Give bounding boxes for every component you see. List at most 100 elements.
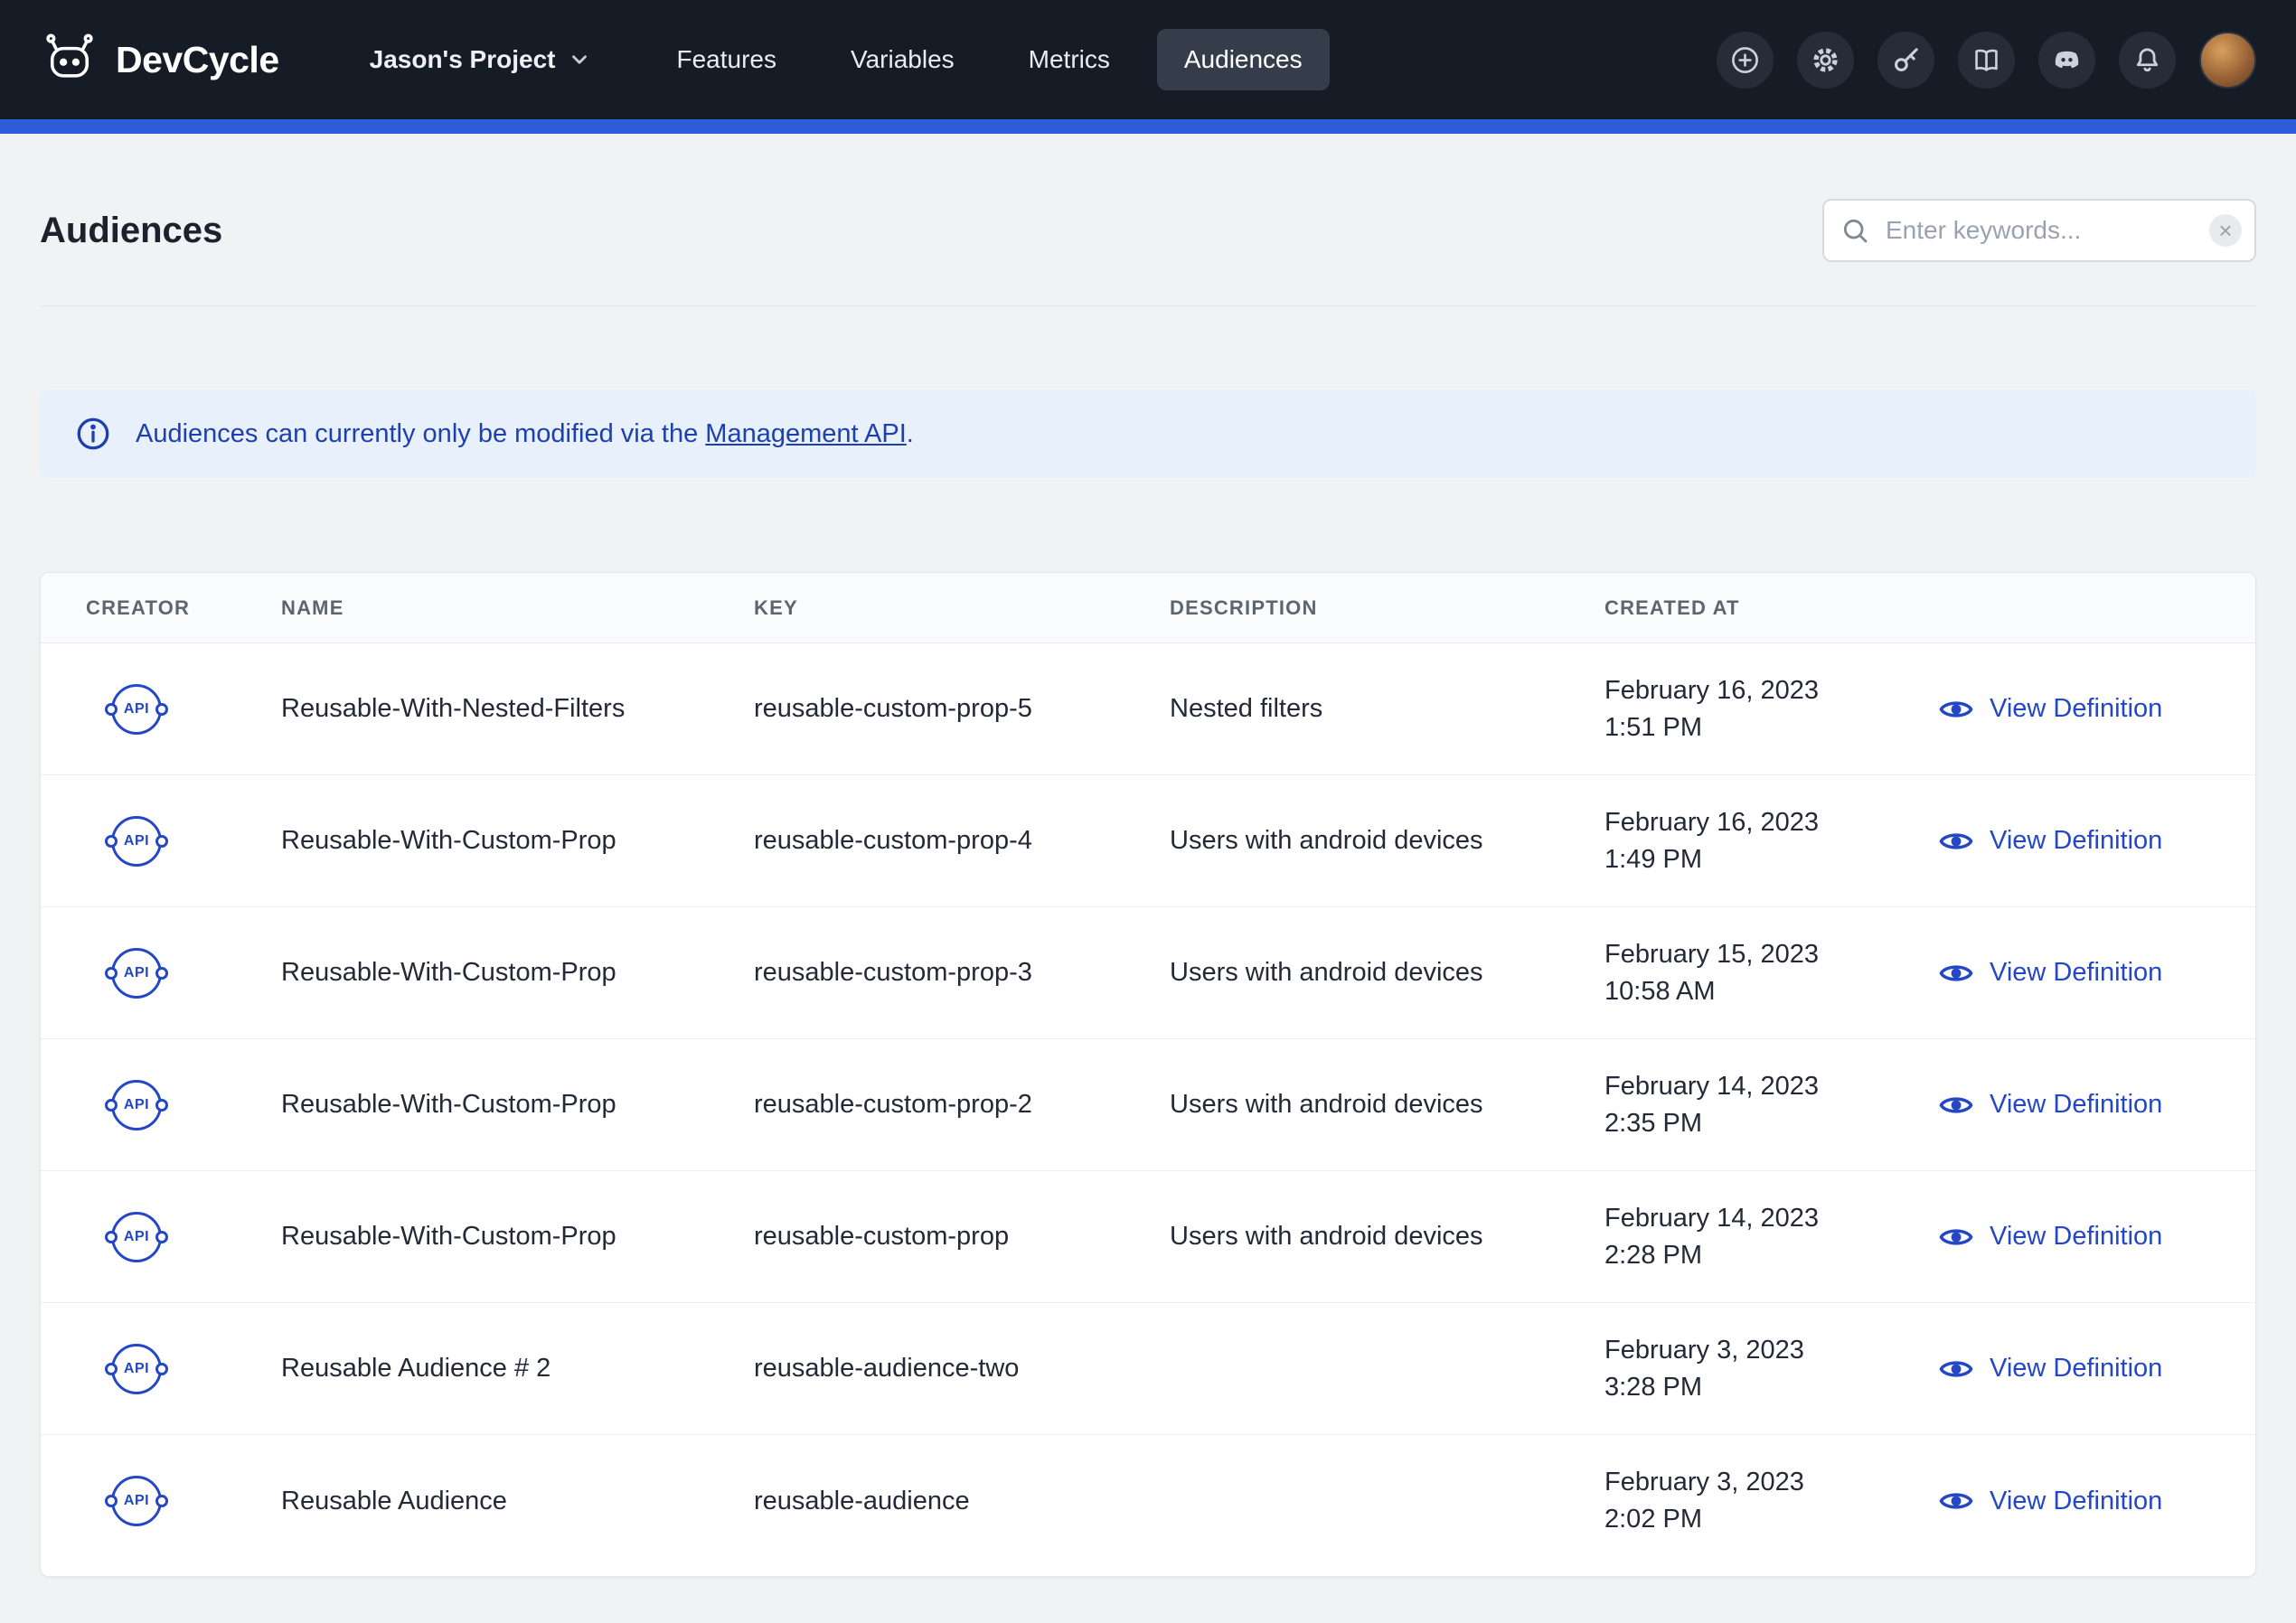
project-selector-dropdown[interactable]: Jason's Project <box>370 45 592 74</box>
col-header-created-at: CREATED AT <box>1604 596 1937 620</box>
chevron-down-icon <box>568 48 591 71</box>
description-cell: Users with android devices <box>1170 1222 1604 1252</box>
table-row: API Reusable-With-Nested-Filters reusabl… <box>41 643 2255 775</box>
view-definition-button[interactable]: View Definition <box>1937 954 2219 992</box>
brand[interactable]: DevCycle <box>40 30 279 89</box>
api-creator-icon: API <box>111 1344 162 1394</box>
name-cell: Reusable-With-Nested-Filters <box>281 694 754 724</box>
project-selector-label: Jason's Project <box>370 45 556 74</box>
api-creator-icon: API <box>111 1212 162 1262</box>
creator-cell: API <box>86 1476 281 1526</box>
created-time: 2:02 PM <box>1604 1501 1937 1538</box>
gear-icon <box>1810 44 1841 76</box>
primary-nav: Features Variables Metrics Audiences <box>649 29 1329 90</box>
docs-button[interactable] <box>1958 32 2015 89</box>
creator-cell: API <box>86 1212 281 1262</box>
nav-tab-variables[interactable]: Variables <box>823 29 982 90</box>
created-date: February 3, 2023 <box>1604 1332 1937 1369</box>
view-definition-button[interactable]: View Definition <box>1937 1218 2219 1256</box>
api-badge-label: API <box>124 1097 149 1113</box>
view-definition-button[interactable]: View Definition <box>1937 1086 2219 1124</box>
view-definition-button[interactable]: View Definition <box>1937 1350 2219 1388</box>
nav-tab-metrics[interactable]: Metrics <box>1002 29 1137 90</box>
view-definition-label: View Definition <box>1990 958 2162 988</box>
name-cell: Reusable Audience # 2 <box>281 1354 754 1384</box>
table-row: API Reusable-With-Custom-Prop reusable-c… <box>41 1039 2255 1171</box>
api-keys-button[interactable] <box>1877 32 1934 89</box>
view-definition-label: View Definition <box>1990 694 2162 724</box>
col-header-description: DESCRIPTION <box>1170 596 1604 620</box>
created-time: 2:35 PM <box>1604 1105 1937 1142</box>
settings-button[interactable] <box>1797 32 1854 89</box>
header-divider <box>40 305 2256 306</box>
created-at-cell: February 14, 2023 2:35 PM <box>1604 1068 1937 1142</box>
api-badge-label: API <box>124 1493 149 1509</box>
table-row: API Reusable-With-Custom-Prop reusable-c… <box>41 775 2255 907</box>
devcycle-logo-icon <box>40 30 99 89</box>
discord-button[interactable] <box>2038 32 2095 89</box>
view-definition-label: View Definition <box>1990 826 2162 856</box>
key-cell: reusable-custom-prop-2 <box>754 1090 1170 1120</box>
api-badge-label: API <box>124 833 149 849</box>
clear-search-button[interactable]: × <box>2209 214 2242 247</box>
creator-cell: API <box>86 1344 281 1394</box>
creator-cell: API <box>86 684 281 735</box>
eye-icon <box>1937 1086 1975 1124</box>
create-button[interactable] <box>1717 32 1774 89</box>
view-definition-button[interactable]: View Definition <box>1937 1482 2219 1520</box>
created-date: February 14, 2023 <box>1604 1200 1937 1237</box>
created-time: 1:49 PM <box>1604 841 1937 878</box>
eye-icon <box>1937 1218 1975 1256</box>
creator-cell: API <box>86 1080 281 1130</box>
key-cell: reusable-custom-prop-4 <box>754 826 1170 856</box>
description-cell: Users with android devices <box>1170 958 1604 988</box>
notifications-button[interactable] <box>2119 32 2176 89</box>
book-icon <box>1971 44 2002 76</box>
created-at-cell: February 15, 2023 10:58 AM <box>1604 936 1937 1010</box>
nav-tab-features[interactable]: Features <box>649 29 804 90</box>
eye-icon <box>1937 1350 1975 1388</box>
created-time: 2:28 PM <box>1604 1237 1937 1274</box>
user-avatar[interactable] <box>2199 32 2256 89</box>
api-creator-icon: API <box>111 816 162 867</box>
api-creator-icon: API <box>111 1476 162 1526</box>
table-header: CREATOR NAME KEY DESCRIPTION CREATED AT <box>41 573 2255 643</box>
main-content: Audiences × Audiences can currently only… <box>0 199 2296 1577</box>
description-cell: Nested filters <box>1170 694 1604 724</box>
eye-icon <box>1937 1482 1975 1520</box>
table-row: API Reusable-With-Custom-Prop reusable-c… <box>41 907 2255 1039</box>
col-header-creator: CREATOR <box>86 596 281 620</box>
management-api-link[interactable]: Management API <box>705 419 906 448</box>
eye-icon <box>1937 690 1975 728</box>
created-date: February 16, 2023 <box>1604 804 1937 841</box>
key-cell: reusable-audience <box>754 1487 1170 1516</box>
name-cell: Reusable-With-Custom-Prop <box>281 1090 754 1120</box>
accent-bar <box>0 119 2296 134</box>
created-date: February 3, 2023 <box>1604 1464 1937 1501</box>
info-icon <box>74 415 112 453</box>
created-date: February 15, 2023 <box>1604 936 1937 973</box>
created-at-cell: February 3, 2023 3:28 PM <box>1604 1332 1937 1406</box>
view-definition-button[interactable]: View Definition <box>1937 690 2219 728</box>
view-definition-button[interactable]: View Definition <box>1937 822 2219 860</box>
api-creator-icon: API <box>111 684 162 735</box>
created-date: February 16, 2023 <box>1604 672 1937 709</box>
table-body: API Reusable-With-Nested-Filters reusabl… <box>41 643 2255 1567</box>
api-creator-icon: API <box>111 1080 162 1130</box>
created-date: February 14, 2023 <box>1604 1068 1937 1105</box>
search-box: × <box>1822 199 2256 262</box>
eye-icon <box>1937 822 1975 860</box>
search-input[interactable] <box>1822 199 2256 262</box>
search-icon <box>1840 216 1869 245</box>
created-time: 1:51 PM <box>1604 709 1937 746</box>
creator-cell: API <box>86 816 281 867</box>
api-badge-label: API <box>124 965 149 981</box>
key-cell: reusable-custom-prop-3 <box>754 958 1170 988</box>
col-header-name: NAME <box>281 596 754 620</box>
eye-icon <box>1937 954 1975 992</box>
name-cell: Reusable Audience <box>281 1487 754 1516</box>
key-icon <box>1890 44 1922 76</box>
api-creator-icon: API <box>111 948 162 999</box>
api-badge-label: API <box>124 701 149 718</box>
nav-tab-audiences[interactable]: Audiences <box>1157 29 1330 90</box>
